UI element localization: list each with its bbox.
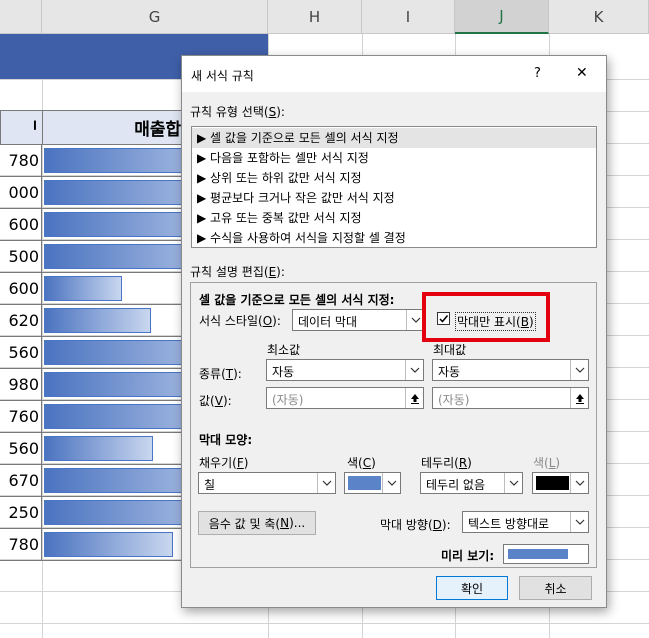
column-header-f[interactable] <box>0 0 42 34</box>
border-type-select[interactable]: 테두리 없음 <box>420 472 523 494</box>
value-cell[interactable]: 000 <box>0 177 42 209</box>
min-type-select[interactable]: 자동 <box>266 359 424 381</box>
rule-type-item[interactable]: ▶ 다음을 포함하는 셀만 서식 지정 <box>192 148 596 168</box>
close-icon[interactable]: ✕ <box>576 65 588 81</box>
border-label: 테두리(R) <box>421 456 472 470</box>
value-cell[interactable]: 670 <box>0 465 42 497</box>
format-style-label: 서식 스타일(O): <box>199 314 281 328</box>
value-cell[interactable]: 600 <box>0 209 42 241</box>
fill-color-label: 색(C) <box>347 456 376 470</box>
max-value-input[interactable]: (자동) <box>432 387 589 409</box>
ok-button[interactable]: 확인 <box>436 576 508 600</box>
dialog-title: 새 서식 규칙 <box>191 69 254 83</box>
chevron-down-icon <box>387 480 396 486</box>
max-type-select[interactable]: 자동 <box>432 359 589 381</box>
preview-box <box>503 544 589 564</box>
border-color-swatch <box>536 476 569 490</box>
bar-appearance-label: 막대 모양: <box>199 433 253 447</box>
rule-type-label: 규칙 유형 선택(S): <box>190 105 285 119</box>
value-cell[interactable]: 780 <box>0 145 42 177</box>
show-bar-only-checkbox[interactable] <box>437 312 450 325</box>
rule-type-item[interactable]: ▶ 상위 또는 하위 값만 서식 지정 <box>192 168 596 188</box>
chevron-down-icon <box>575 480 584 486</box>
new-format-rule-dialog: 새 서식 규칙 ? ✕ 규칙 유형 선택(S): ▶ 셀 값을 기준으로 모든 … <box>181 55 607 608</box>
value-cell[interactable]: 500 <box>0 241 42 273</box>
rule-type-list[interactable]: ▶ 셀 값을 기준으로 모든 셀의 서식 지정 ▶ 다음을 포함하는 셀만 서식… <box>191 126 597 248</box>
cancel-button[interactable]: 취소 <box>519 576 592 600</box>
value-cell[interactable]: 250 <box>0 497 42 529</box>
column-header-k[interactable]: K <box>549 0 649 34</box>
value-cell[interactable]: 620 <box>0 305 42 337</box>
chevron-down-icon <box>322 480 331 486</box>
value-cell[interactable]: 560 <box>0 433 42 465</box>
fill-color-swatch <box>348 476 381 490</box>
dialog-titlebar[interactable]: 새 서식 규칙 ? ✕ <box>182 56 606 92</box>
data-bar <box>44 308 151 333</box>
rule-type-item[interactable]: ▶ 셀 값을 기준으로 모든 셀의 서식 지정 <box>192 128 596 148</box>
fill-type-select[interactable]: 칠 <box>198 472 336 494</box>
rule-type-item[interactable]: ▶ 평균보다 크거나 작은 값만 서식 지정 <box>192 188 596 208</box>
fill-color-picker[interactable] <box>344 472 401 494</box>
format-style-select[interactable]: 데이터 막대 <box>292 309 425 331</box>
range-select-icon <box>410 393 419 404</box>
data-bar <box>44 276 122 301</box>
format-all-cells-label: 셀 값을 기준으로 모든 셀의 서식 지정: <box>199 293 395 307</box>
rule-type-item[interactable]: ▶ 고유 또는 중복 값만 서식 지정 <box>192 208 596 228</box>
chevron-down-icon <box>575 519 584 525</box>
value-cell[interactable]: 780 <box>0 529 42 561</box>
value-cell[interactable]: 980 <box>0 369 42 401</box>
preview-bar <box>508 549 568 559</box>
negative-value-axis-button[interactable]: 음수 값 및 축(N)... <box>198 511 316 535</box>
chevron-down-icon <box>509 480 518 486</box>
value-cell[interactable]: 760 <box>0 401 42 433</box>
header-cell-left[interactable]: ᅵ <box>0 110 43 145</box>
help-icon[interactable]: ? <box>534 66 541 81</box>
data-bar <box>44 436 153 461</box>
bar-direction-select[interactable]: 텍스트 방향대로 <box>462 511 589 533</box>
data-bar <box>44 532 173 557</box>
border-color-picker[interactable] <box>532 472 589 494</box>
grid-line-horizontal <box>0 623 649 624</box>
value-label: 값(V): <box>199 394 232 408</box>
bar-direction-label: 막대 방향(D): <box>380 518 451 532</box>
column-header-h[interactable]: H <box>268 0 362 34</box>
value-cell[interactable]: 560 <box>0 337 42 369</box>
border-color-label: 색(L) <box>533 456 561 470</box>
fill-label: 채우기(F) <box>199 456 249 470</box>
maximum-label: 최대값 <box>433 343 467 357</box>
column-header-j[interactable]: J <box>455 0 549 34</box>
edit-rule-label: 규칙 설명 편집(E): <box>190 265 285 279</box>
column-header-g[interactable]: G <box>42 0 268 34</box>
range-select-icon <box>575 393 584 404</box>
rule-type-item[interactable]: ▶ 수식을 사용하여 서식을 지정할 셀 결정 <box>192 228 596 248</box>
minimum-label: 최소값 <box>267 343 301 357</box>
chevron-down-icon <box>410 367 419 373</box>
min-value-input[interactable]: (자동) <box>266 387 424 409</box>
preview-label: 미리 보기: <box>441 549 495 563</box>
chevron-down-icon <box>575 367 584 373</box>
checkmark-icon <box>439 315 449 323</box>
value-cell[interactable]: 600 <box>0 273 42 305</box>
chevron-down-icon <box>411 317 420 323</box>
column-header-i[interactable]: I <box>362 0 455 34</box>
type-label: 종류(T): <box>199 367 242 381</box>
show-bar-only-label[interactable]: 막대만 표시(B) <box>455 312 536 331</box>
